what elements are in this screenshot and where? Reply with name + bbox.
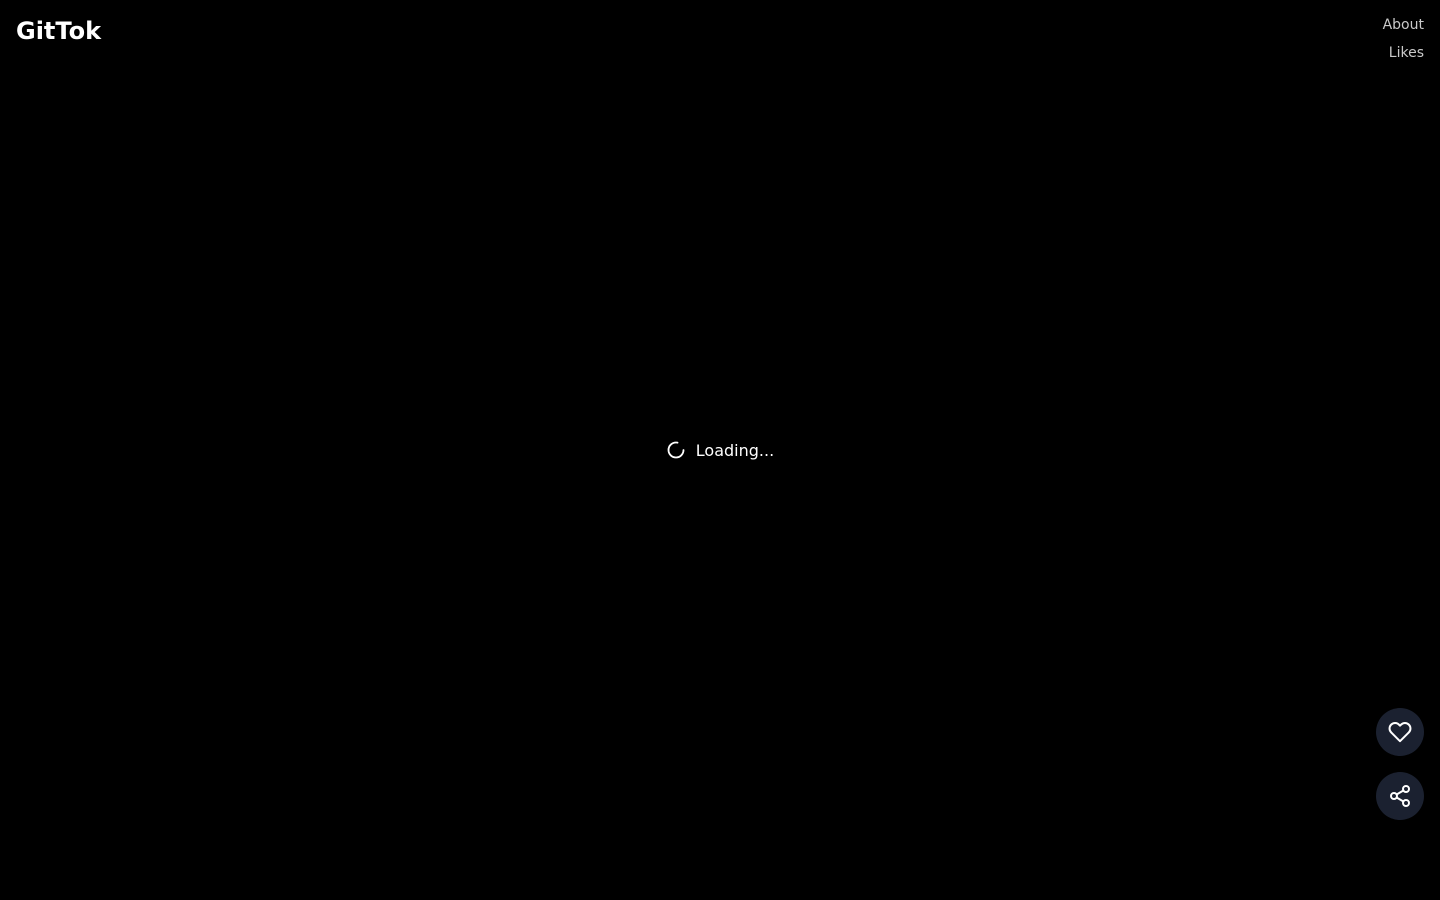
spinner-icon [666,440,686,460]
heart-icon [1388,720,1412,744]
action-buttons [1376,708,1424,820]
share-icon [1388,784,1412,808]
app-root: GitTok About Likes Loading... [0,0,1440,900]
loading-indicator: Loading... [0,0,1440,900]
share-button[interactable] [1376,772,1424,820]
like-button[interactable] [1376,708,1424,756]
loading-text: Loading... [695,440,775,460]
